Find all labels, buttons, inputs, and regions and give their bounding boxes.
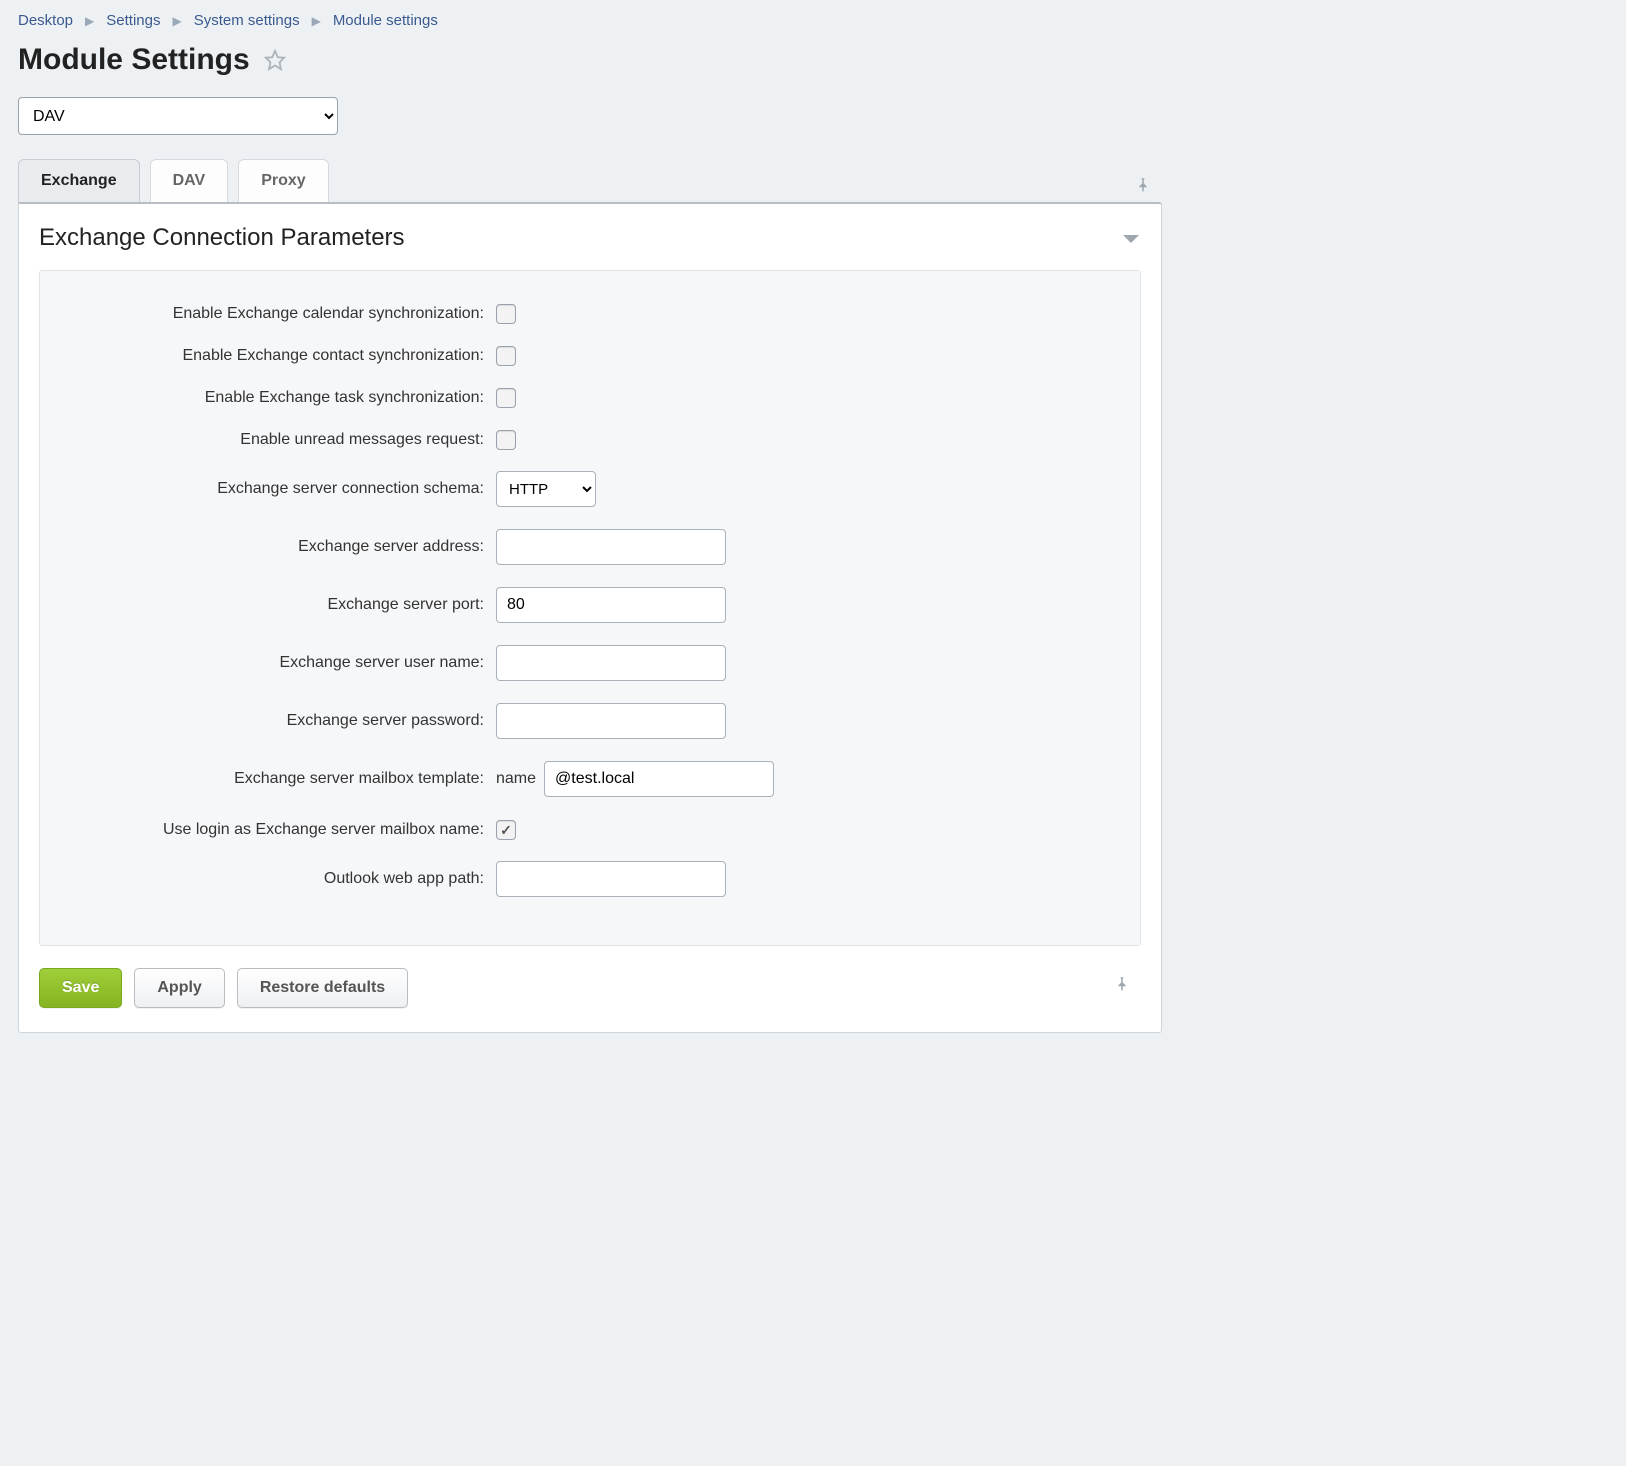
pin-icon[interactable] [1134,176,1162,202]
tab-exchange[interactable]: Exchange [18,159,140,202]
breadcrumb: Desktop ▶ Settings ▶ System settings ▶ M… [18,12,1162,29]
page-title: Module Settings [18,43,250,77]
checkbox-contact-sync[interactable] [496,346,516,366]
tab-dav[interactable]: DAV [150,159,229,202]
pin-icon[interactable] [1113,975,1141,1001]
checkbox-task-sync[interactable] [496,388,516,408]
breadcrumb-module-settings[interactable]: Module settings [333,12,438,29]
label-owa-path: Outlook web app path: [66,870,496,888]
restore-defaults-button[interactable]: Restore defaults [237,968,408,1008]
label-contact-sync: Enable Exchange contact synchronization: [66,347,496,365]
chevron-right-icon: ▶ [172,14,181,28]
module-select[interactable]: DAV [18,97,338,135]
chevron-right-icon: ▶ [312,14,321,28]
form-box: Enable Exchange calendar synchronization… [39,270,1141,946]
apply-button[interactable]: Apply [134,968,224,1008]
input-password[interactable] [496,703,726,739]
save-button[interactable]: Save [39,968,122,1008]
exchange-panel: Exchange Connection Parameters Enable Ex… [18,202,1162,1033]
label-unread-req: Enable unread messages request: [66,431,496,449]
select-schema[interactable]: HTTP [496,471,596,507]
input-username[interactable] [496,645,726,681]
label-password: Exchange server password: [66,712,496,730]
breadcrumb-desktop[interactable]: Desktop [18,12,73,29]
label-use-login: Use login as Exchange server mailbox nam… [66,821,496,839]
checkbox-unread-req[interactable] [496,430,516,450]
breadcrumb-system-settings[interactable]: System settings [194,12,300,29]
mailbox-prefix: name [496,770,536,788]
label-username: Exchange server user name: [66,654,496,672]
checkbox-use-login[interactable] [496,820,516,840]
input-owa-path[interactable] [496,861,726,897]
label-schema: Exchange server connection schema: [66,480,496,498]
label-calendar-sync: Enable Exchange calendar synchronization… [66,305,496,323]
input-mailbox-template[interactable] [544,761,774,797]
tabs: Exchange DAV Proxy [18,159,329,202]
input-port[interactable] [496,587,726,623]
chevron-right-icon: ▶ [85,14,94,28]
input-address[interactable] [496,529,726,565]
label-port: Exchange server port: [66,596,496,614]
favorite-star-icon[interactable] [264,49,286,71]
collapse-icon[interactable] [1121,231,1141,245]
panel-title: Exchange Connection Parameters [39,224,405,252]
tab-proxy[interactable]: Proxy [238,159,328,202]
breadcrumb-settings[interactable]: Settings [106,12,160,29]
label-mailbox-template: Exchange server mailbox template: [66,770,496,788]
checkbox-calendar-sync[interactable] [496,304,516,324]
label-address: Exchange server address: [66,538,496,556]
label-task-sync: Enable Exchange task synchronization: [66,389,496,407]
